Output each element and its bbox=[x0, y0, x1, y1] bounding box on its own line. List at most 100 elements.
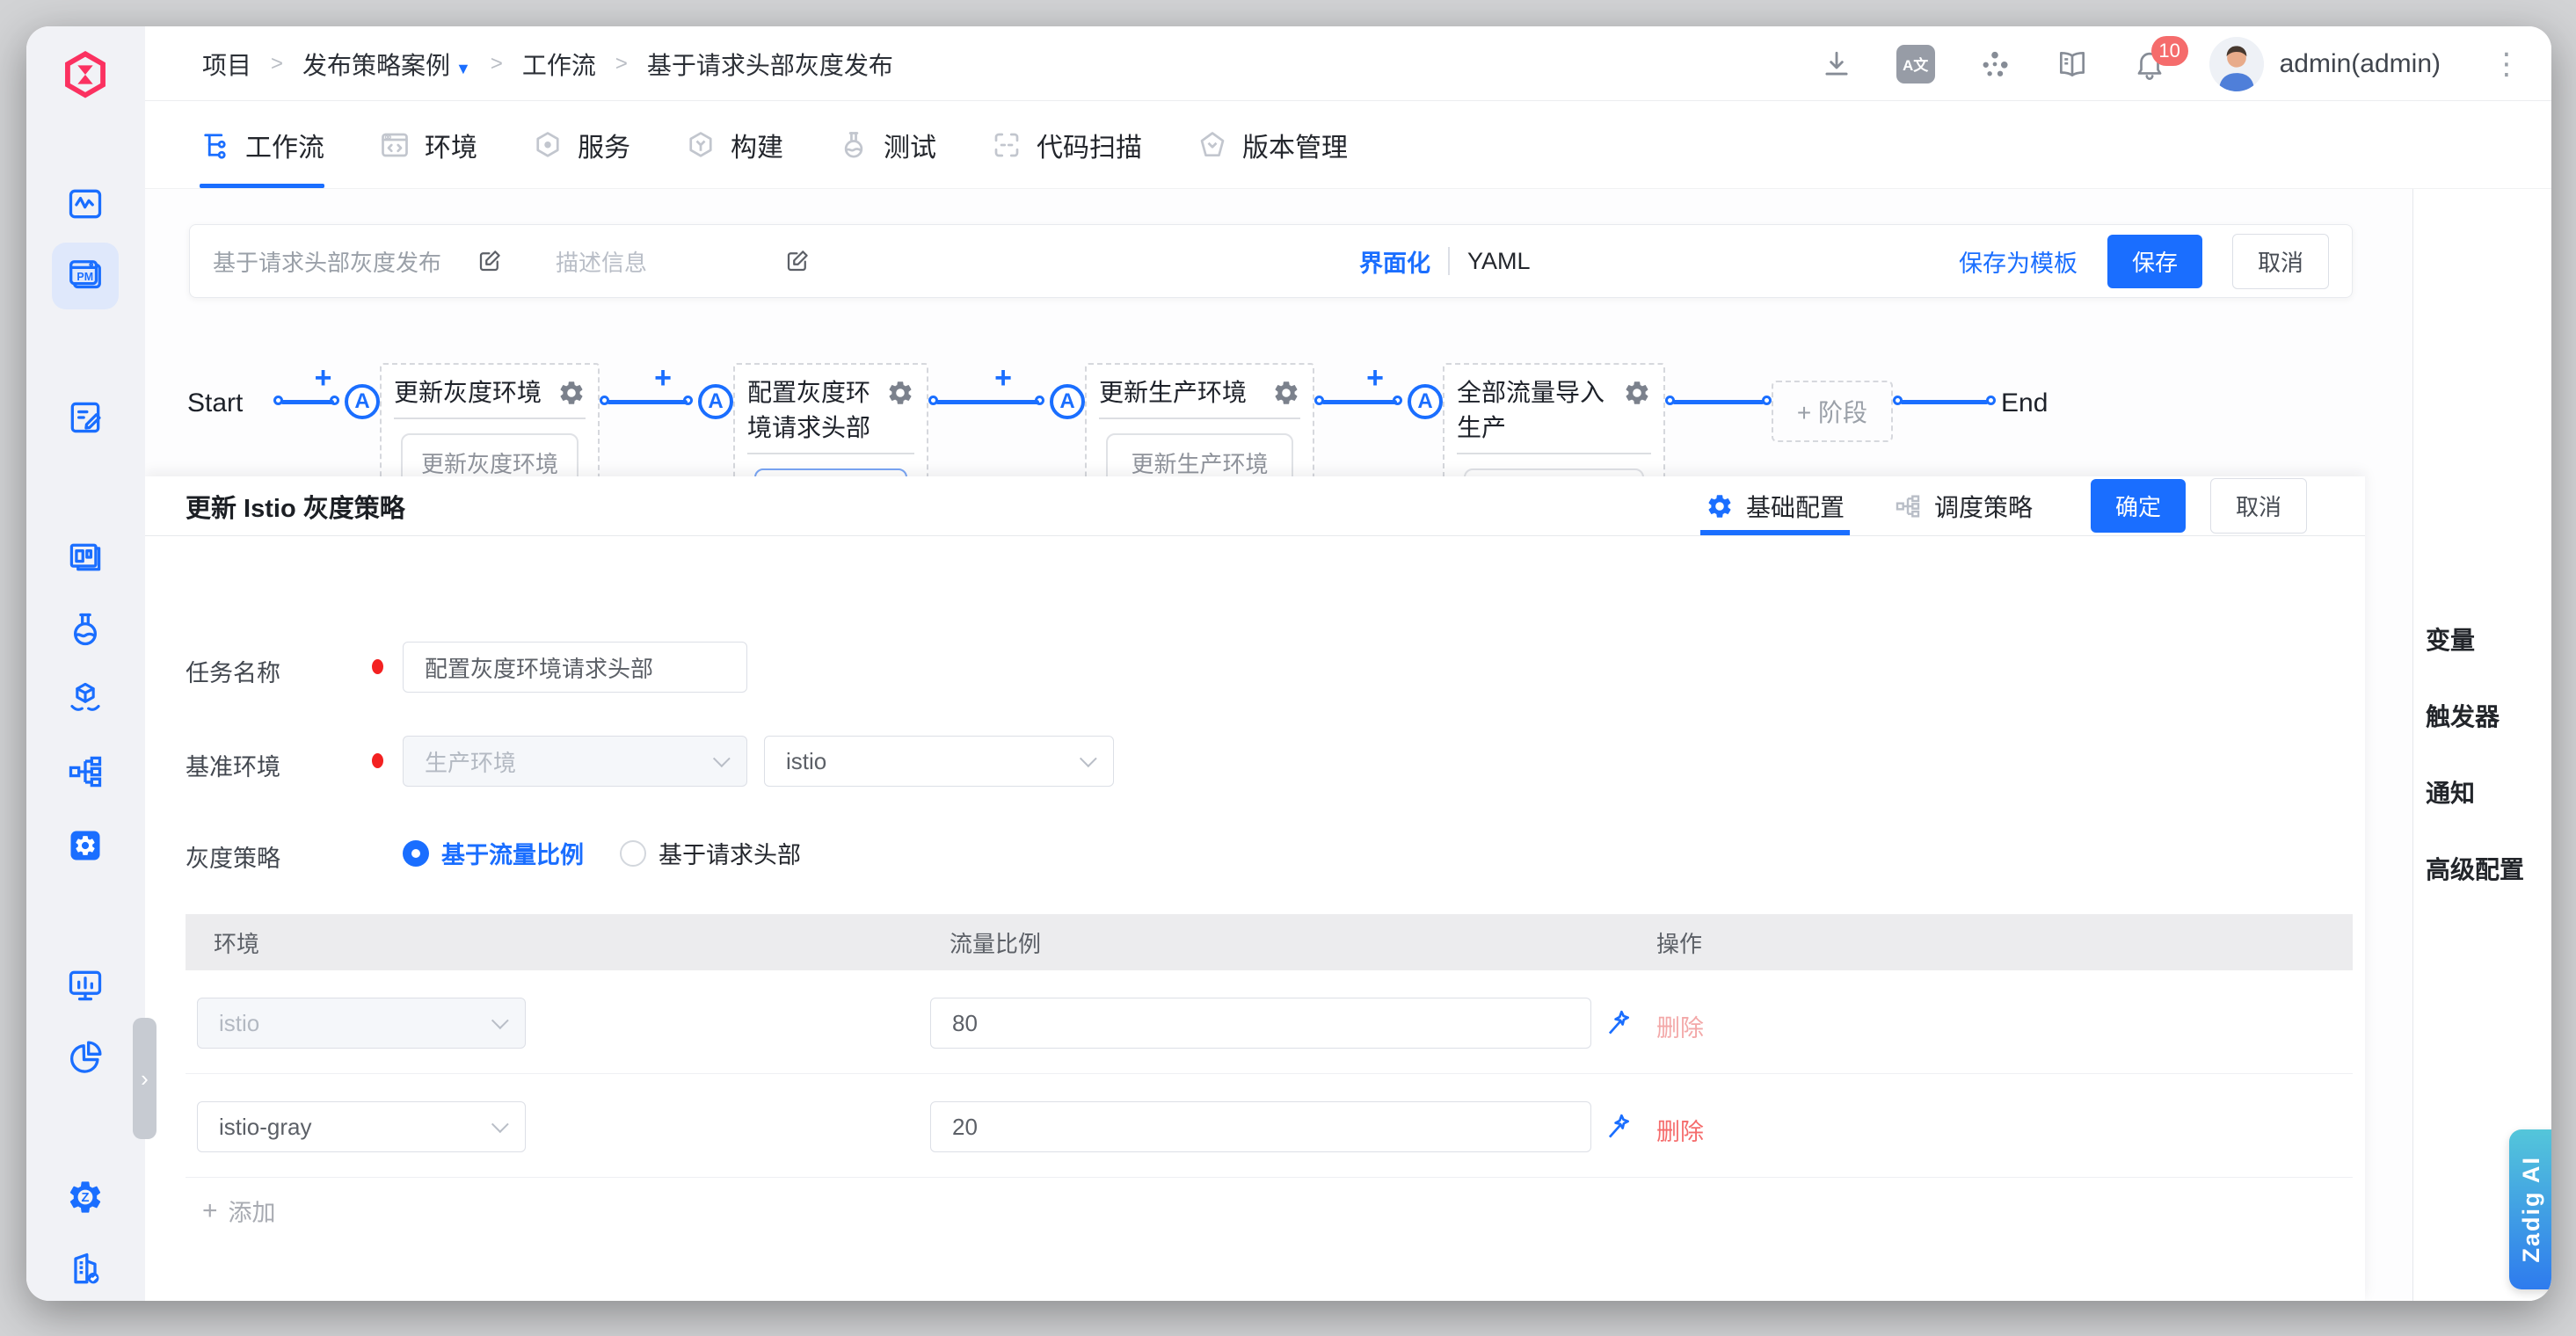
env-select[interactable]: istio bbox=[197, 998, 526, 1049]
sidebar-item-settings[interactable] bbox=[66, 826, 105, 865]
download-button[interactable] bbox=[1819, 47, 1854, 82]
tab-schedule-strategy[interactable]: 调度策略 bbox=[1894, 476, 2033, 535]
base-env-select[interactable]: 生产环境 bbox=[403, 736, 747, 787]
add-row-button[interactable]: + 添加 bbox=[202, 1194, 276, 1228]
tab-basic-config[interactable]: 基础配置 bbox=[1706, 476, 1845, 535]
endpoint-dot bbox=[330, 396, 339, 405]
delivery-box-hands-icon bbox=[66, 679, 105, 717]
description-input[interactable]: 描述信息 bbox=[556, 245, 784, 278]
add-task-icon[interactable]: + bbox=[1366, 361, 1384, 396]
menu-advanced-config[interactable]: 高级配置 bbox=[2426, 851, 2524, 886]
edit-name-icon[interactable] bbox=[477, 248, 503, 274]
menu-notifications[interactable]: 通知 bbox=[2426, 774, 2475, 810]
radio-traffic-ratio[interactable]: 基于流量比例 bbox=[403, 836, 584, 870]
menu-triggers[interactable]: 触发器 bbox=[2426, 698, 2500, 733]
approval-icon[interactable]: A bbox=[1408, 384, 1443, 419]
mode-ui-toggle[interactable]: 界面化 bbox=[1359, 244, 1430, 279]
tab-services[interactable]: 服务 bbox=[532, 101, 630, 188]
sidebar-item-release-plan[interactable] bbox=[66, 398, 105, 437]
notifications-button[interactable]: 10 bbox=[2132, 47, 2167, 82]
radio-off-icon bbox=[620, 840, 646, 867]
sidebar-item-projects[interactable]: PM bbox=[52, 243, 119, 309]
connector bbox=[1893, 374, 1996, 426]
col-ratio: 流量比例 bbox=[921, 926, 1627, 959]
menu-variables[interactable]: 变量 bbox=[2426, 621, 2475, 657]
docs-button[interactable] bbox=[2055, 47, 2090, 82]
left-sidebar: PM bbox=[26, 26, 145, 1301]
task-name-input[interactable]: 配置灰度环境请求头部 bbox=[403, 642, 747, 693]
panel-cancel-button[interactable]: 取消 bbox=[2210, 478, 2307, 534]
caret-down-icon: ▼ bbox=[455, 60, 471, 77]
sidebar-item-template-library[interactable] bbox=[66, 752, 105, 791]
sidebar-item-data-board[interactable] bbox=[66, 966, 105, 1005]
approval-icon[interactable]: A bbox=[1050, 384, 1085, 419]
stage-settings-icon[interactable] bbox=[1272, 379, 1300, 407]
stage-settings-icon[interactable] bbox=[1623, 379, 1651, 407]
integrations-button[interactable] bbox=[1977, 47, 2012, 82]
edit-description-icon[interactable] bbox=[784, 248, 811, 274]
connector: + A bbox=[273, 374, 380, 426]
tab-workflows[interactable]: 工作流 bbox=[200, 101, 324, 188]
insert-variable-icon[interactable] bbox=[1603, 1109, 1636, 1143]
language-switch-button[interactable]: A文 bbox=[1896, 45, 1935, 84]
mode-yaml-toggle[interactable]: YAML bbox=[1467, 248, 1531, 275]
cancel-button[interactable]: 取消 bbox=[2232, 234, 2329, 289]
table-row: istio-gray 20 删除 bbox=[186, 1074, 2353, 1178]
sidebar-item-testing[interactable] bbox=[66, 610, 105, 649]
delete-row-link[interactable]: 删除 bbox=[1656, 1113, 1704, 1147]
ratio-input[interactable]: 20 bbox=[930, 1101, 1591, 1152]
add-task-icon[interactable]: + bbox=[315, 361, 332, 396]
stage-settings-icon[interactable] bbox=[886, 379, 914, 407]
breadcrumb-projects[interactable]: 项目 bbox=[202, 47, 251, 82]
stage-settings-icon[interactable] bbox=[557, 379, 586, 407]
zadig-logo-icon[interactable] bbox=[60, 49, 111, 100]
endpoint-dot bbox=[1035, 396, 1044, 405]
tab-builds[interactable]: 构建 bbox=[685, 101, 783, 188]
env-select[interactable]: istio-gray bbox=[197, 1101, 526, 1152]
gear-icon bbox=[1706, 492, 1734, 520]
flask-icon bbox=[66, 610, 105, 649]
app-window: PM bbox=[26, 26, 2551, 1301]
breadcrumb-workflows[interactable]: 工作流 bbox=[522, 47, 596, 82]
save-button[interactable]: 保存 bbox=[2107, 235, 2202, 288]
test-flask-icon bbox=[838, 129, 870, 161]
tab-environments[interactable]: 环境 bbox=[379, 101, 477, 188]
zadig-ai-tab[interactable]: Zadig AI bbox=[2509, 1129, 2551, 1289]
save-as-template-link[interactable]: 保存为模板 bbox=[1959, 244, 2078, 279]
tab-version-management[interactable]: 版本管理 bbox=[1197, 101, 1348, 188]
endpoint-dot bbox=[1393, 396, 1402, 405]
confirm-button[interactable]: 确定 bbox=[2091, 479, 2186, 533]
divider bbox=[1099, 418, 1300, 419]
sidebar-item-insights[interactable] bbox=[66, 1038, 105, 1077]
sidebar-item-environments[interactable] bbox=[66, 538, 105, 577]
chevron-down-icon bbox=[713, 750, 731, 767]
insert-variable-icon[interactable] bbox=[1603, 1006, 1636, 1039]
add-task-icon[interactable]: + bbox=[654, 361, 672, 396]
delete-row-link[interactable]: 删除 bbox=[1656, 1009, 1704, 1043]
user-menu[interactable]: admin(admin) bbox=[2209, 37, 2441, 91]
add-task-icon[interactable]: + bbox=[994, 361, 1012, 396]
sidebar-item-system-settings[interactable]: Z bbox=[66, 1178, 105, 1216]
chevron-down-icon bbox=[491, 1115, 509, 1133]
ratio-input[interactable]: 80 bbox=[930, 998, 1591, 1049]
radio-request-header[interactable]: 基于请求头部 bbox=[620, 836, 801, 870]
end-node: End bbox=[2001, 388, 2048, 418]
add-stage-button[interactable]: + 阶段 bbox=[1772, 381, 1893, 442]
sidebar-item-dashboard[interactable] bbox=[66, 185, 105, 223]
approval-icon[interactable]: A bbox=[345, 384, 380, 419]
divider bbox=[747, 453, 914, 454]
approval-icon[interactable]: A bbox=[698, 384, 733, 419]
tab-tests[interactable]: 测试 bbox=[838, 101, 936, 188]
sidebar-item-enterprise[interactable] bbox=[66, 1250, 105, 1289]
chevron-down-icon bbox=[1080, 750, 1097, 767]
sidebar-item-delivery[interactable] bbox=[66, 679, 105, 717]
panel-header: 更新 Istio 灰度策略 基础配置 调度策略 确定 取消 bbox=[145, 476, 2365, 536]
tab-code-scan[interactable]: 代码扫描 bbox=[991, 101, 1142, 188]
scan-brackets-icon bbox=[991, 129, 1022, 161]
col-env: 环境 bbox=[186, 926, 921, 959]
sidebar-collapse-handle[interactable]: › bbox=[133, 1018, 156, 1139]
breadcrumb-project-name[interactable]: 发布策略案例▼ bbox=[302, 47, 471, 82]
kebab-menu-icon[interactable]: ⋮ bbox=[2492, 47, 2521, 82]
base-env-service-select[interactable]: istio bbox=[764, 736, 1114, 787]
workflow-name-input[interactable]: 基于请求头部灰度发布 bbox=[213, 245, 477, 278]
